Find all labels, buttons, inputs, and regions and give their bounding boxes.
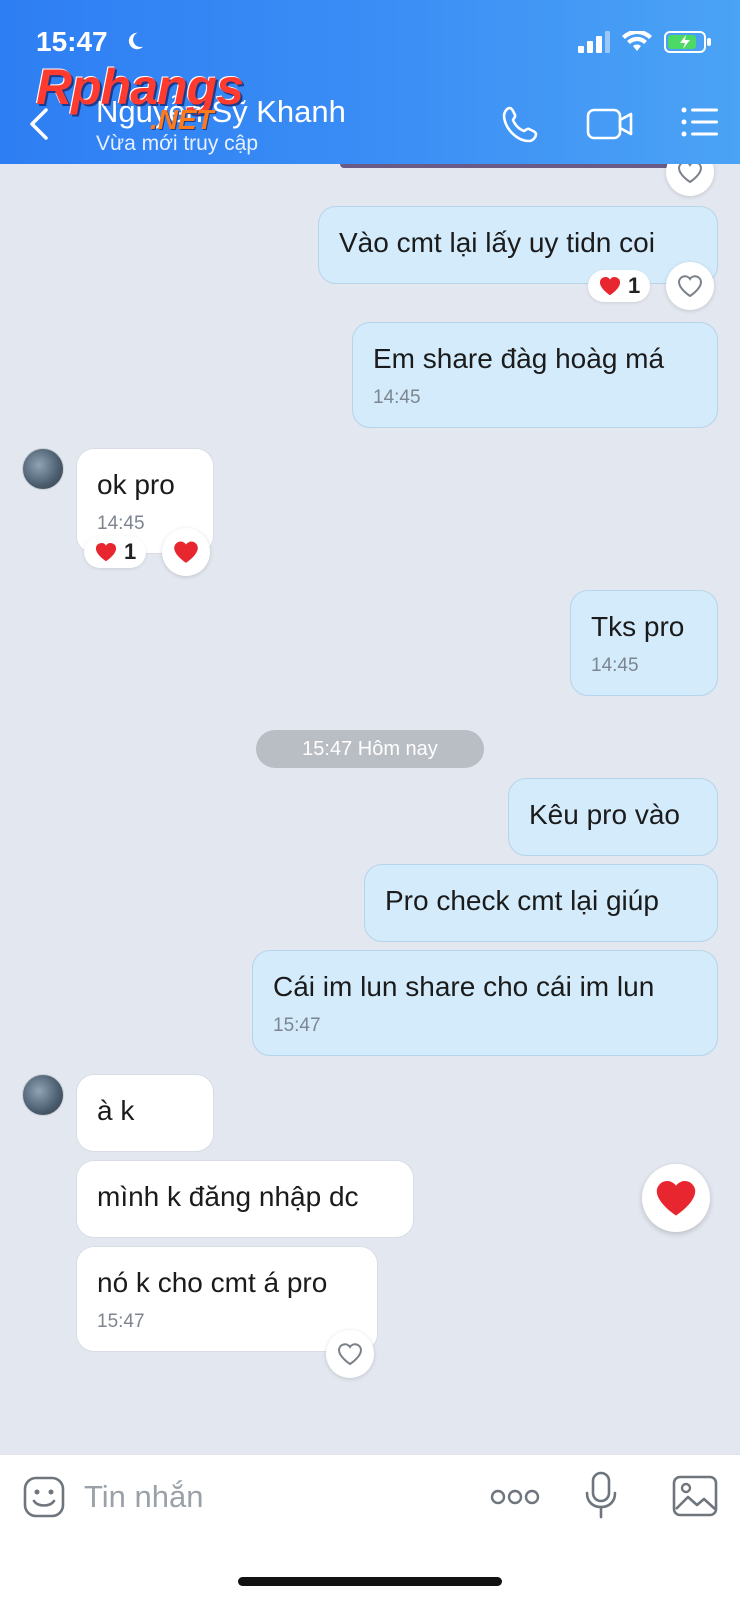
message-text: Pro check cmt lại giúp [385, 885, 659, 916]
message-time: 14:45 [591, 655, 639, 676]
message-text: à k [97, 1095, 135, 1126]
message-input[interactable]: Tin nhắn [84, 1479, 204, 1515]
message-text: mình k đăng nhập dc [97, 1181, 359, 1212]
message-bubble-outgoing[interactable]: Tks pro 14:45 [570, 590, 718, 696]
sticker-emoji-icon[interactable] [22, 1475, 66, 1519]
like-heart-button[interactable] [666, 164, 714, 196]
watermark-logo-suffix: .NET [150, 104, 214, 135]
quick-heart-reaction-button[interactable] [642, 1164, 710, 1232]
message-bubble-incoming[interactable]: mình k đăng nhập dc [76, 1160, 414, 1238]
heart-filled-icon [656, 1181, 696, 1216]
message-text: Tks pro [591, 611, 685, 642]
heart-outline-icon [677, 164, 703, 184]
image-gallery-icon[interactable] [672, 1475, 718, 1517]
reaction-count: 1 [628, 273, 641, 298]
message-text: Vào cmt lại lấy uy tidn coi [339, 227, 655, 258]
like-heart-button[interactable] [666, 262, 714, 310]
wifi-icon [622, 31, 652, 51]
chat-header: 15:47 Nguyễn Sỹ Khanh Vừa mới truy cập R… [0, 0, 740, 164]
like-heart-button[interactable] [326, 1330, 374, 1378]
message-bubble-outgoing[interactable]: Pro check cmt lại giúp [364, 864, 718, 942]
message-text: nó k cho cmt á pro [97, 1267, 328, 1298]
heart-outline-icon [337, 1343, 363, 1366]
phone-call-icon[interactable] [500, 104, 542, 146]
message-bubble-outgoing[interactable]: Vào cmt lại lấy uy tidn coi [318, 206, 718, 284]
heart-filled-icon [174, 541, 198, 563]
date-separator: 15:47 Hôm nay [256, 730, 484, 768]
message-text: Cái im lun share cho cái im lun [273, 971, 655, 1002]
message-text: Em share đàg hoàg má [373, 343, 665, 374]
moon-icon [128, 32, 144, 50]
heart-icon [95, 543, 117, 562]
message-bubble-outgoing[interactable]: Em share đàg hoàg má 14:45 [352, 322, 718, 428]
contact-avatar[interactable] [22, 448, 64, 490]
reaction-count-badge[interactable]: 1 [84, 536, 147, 568]
message-time: 15:47 [273, 1015, 321, 1036]
message-text: ok pro [97, 469, 175, 500]
heart-outline-icon [677, 275, 703, 298]
message-text: Kêu pro vào [529, 799, 680, 830]
message-bubble-incoming[interactable]: à k [76, 1074, 214, 1152]
reacted-heart-button[interactable] [162, 528, 210, 576]
message-input-bar: Tin nhắn [0, 1454, 740, 1600]
signal-icon [578, 31, 610, 53]
status-time: 15:47 [36, 26, 108, 57]
reaction-count: 1 [124, 539, 137, 564]
message-bubble-outgoing[interactable]: Kêu pro vào [508, 778, 718, 856]
home-indicator [238, 1577, 502, 1586]
chat-messages-area[interactable]: Vào cmt lại lấy uy tidn coi 1 Em share đ… [0, 164, 740, 1454]
video-call-icon[interactable] [586, 104, 634, 144]
message-bubble-outgoing[interactable]: Cái im lun share cho cái im lun 15:47 [252, 950, 718, 1056]
microphone-icon[interactable] [584, 1471, 618, 1521]
reaction-count-badge[interactable]: 1 [588, 270, 651, 302]
contact-avatar[interactable] [22, 1074, 64, 1116]
status-icons [578, 30, 712, 54]
heart-icon [599, 277, 621, 296]
message-time: 14:45 [373, 387, 421, 408]
message-time: 15:47 [97, 1311, 145, 1332]
more-options-icon[interactable] [490, 1487, 540, 1507]
menu-list-icon[interactable] [680, 104, 720, 140]
previous-image-edge [340, 164, 680, 168]
battery-icon [664, 31, 711, 53]
